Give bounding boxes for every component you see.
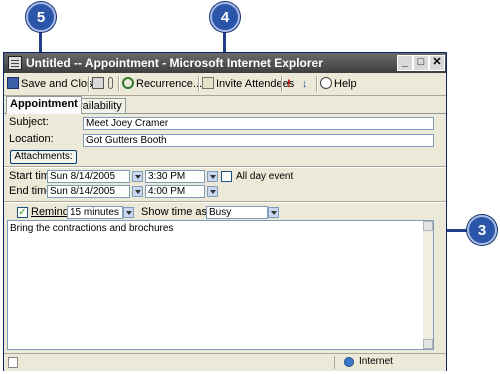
start-time-dropdown[interactable] (207, 171, 218, 182)
appointment-pane: Subject: Meet Joey Cramer Location: Got … (4, 113, 446, 354)
status-divider (334, 356, 335, 369)
save-close-button[interactable]: Save and Close (7, 76, 99, 92)
end-date-dropdown[interactable] (132, 186, 143, 197)
appointment-window: Untitled -- Appointment - Microsoft Inte… (3, 52, 447, 371)
help-icon (320, 77, 332, 89)
all-day-checkbox[interactable] (221, 171, 232, 182)
high-importance-button[interactable]: ! (287, 76, 291, 92)
zone-label: Internet (359, 356, 393, 367)
end-time-dropdown[interactable] (207, 186, 218, 197)
start-time-field[interactable]: 3:30 PM (145, 170, 205, 183)
toolbar-separator (281, 76, 283, 92)
reminder-checkbox[interactable]: ✓ (17, 207, 28, 218)
all-day-label: All day event (236, 171, 294, 182)
notes-scrollbar[interactable] (423, 221, 433, 349)
print-icon (92, 77, 104, 89)
toolbar: Save and Close Recurrence... Invite Atte… (4, 73, 446, 96)
callout-5: 5 (26, 2, 56, 32)
paperclip-icon (108, 77, 113, 89)
start-date-field[interactable]: Sun 8/14/2005 (47, 170, 130, 183)
subject-field[interactable]: Meet Joey Cramer (83, 117, 434, 130)
close-button[interactable]: ✕ (429, 55, 445, 71)
title-bar[interactable]: Untitled -- Appointment - Microsoft Inte… (4, 53, 446, 73)
end-time-field[interactable]: 4:00 PM (145, 185, 205, 198)
reminder-dropdown[interactable] (123, 207, 134, 218)
save-icon (7, 77, 19, 89)
show-time-select[interactable]: Busy (206, 206, 268, 219)
invite-icon (202, 77, 214, 89)
toolbar-separator (118, 76, 120, 92)
help-label: Help (334, 78, 357, 90)
status-bar: Internet (4, 353, 446, 371)
attach-button[interactable] (108, 76, 115, 92)
section-divider (4, 166, 446, 168)
start-date-dropdown[interactable] (132, 171, 143, 182)
subject-label: Subject: (9, 116, 49, 128)
notes-area[interactable]: Bring the contractions and brochures (7, 220, 434, 350)
window-title: Untitled -- Appointment - Microsoft Inte… (26, 56, 323, 70)
callout-3: 3 (467, 215, 497, 245)
recurrence-label: Recurrence... (136, 78, 203, 90)
reminder-select[interactable]: 15 minutes (67, 206, 123, 219)
page-status-icon (8, 357, 18, 368)
callout-4: 4 (210, 2, 240, 32)
attachments-button[interactable]: Attachments: (10, 150, 77, 164)
tab-appointment[interactable]: Appointment (6, 96, 82, 114)
maximize-button[interactable]: □ (413, 55, 429, 71)
toolbar-separator (198, 76, 200, 92)
appointment-window-icon (8, 56, 22, 70)
recurrence-icon (122, 77, 134, 89)
show-time-dropdown[interactable] (268, 207, 279, 218)
location-field[interactable]: Got Gutters Booth (83, 134, 434, 147)
internet-zone-icon (344, 357, 354, 367)
low-importance-button[interactable]: ↓ (302, 76, 308, 92)
end-date-field[interactable]: Sun 8/14/2005 (47, 185, 130, 198)
toolbar-separator (88, 76, 90, 92)
toolbar-separator (316, 76, 318, 92)
notes-text: Bring the contractions and brochures (10, 223, 174, 234)
tab-strip: Appointment Availability (4, 96, 446, 114)
section-divider (4, 201, 446, 203)
minimize-button[interactable]: _ (397, 55, 413, 71)
print-button[interactable] (92, 76, 106, 92)
scroll-down-arrow[interactable] (423, 339, 433, 349)
location-label: Location: (9, 133, 54, 145)
show-time-label: Show time as: (141, 206, 211, 218)
recurrence-button[interactable]: Recurrence... (122, 76, 202, 92)
help-button[interactable]: Help (320, 76, 357, 92)
scroll-up-arrow[interactable] (423, 221, 433, 231)
